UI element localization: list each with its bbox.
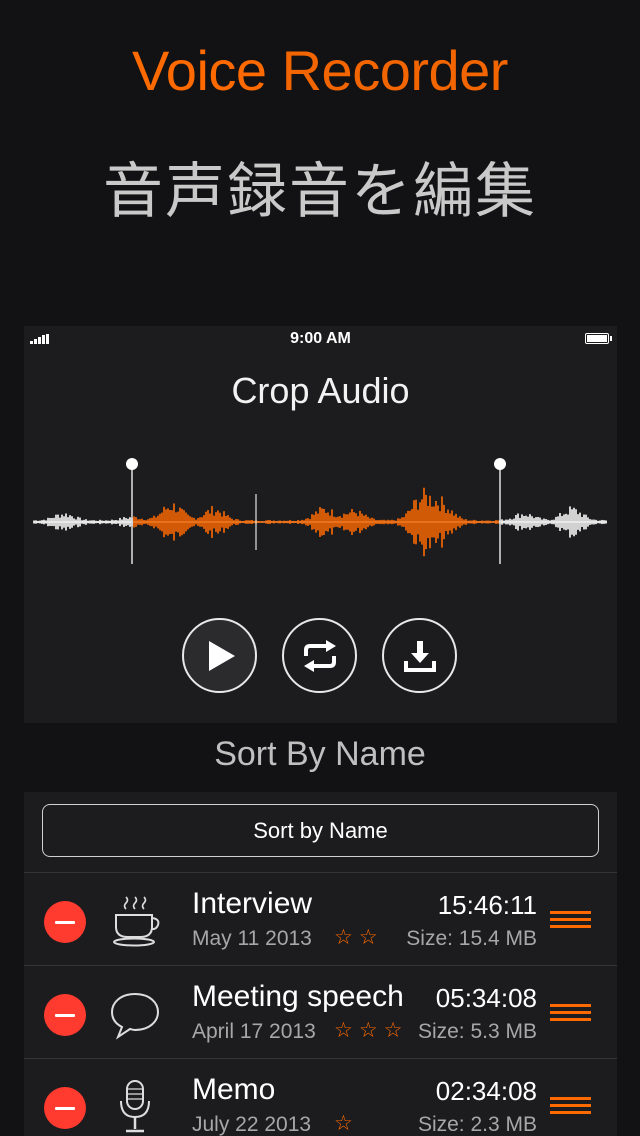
promo-title-recorder: Recorder xyxy=(281,39,509,102)
loop-button[interactable] xyxy=(282,618,357,693)
save-button[interactable] xyxy=(382,618,457,693)
download-icon xyxy=(403,640,436,672)
reorder-handle-icon[interactable] xyxy=(550,1097,591,1115)
status-time: 9:00 AM xyxy=(290,330,351,347)
section-label: Sort By Name xyxy=(214,735,426,773)
recording-date: May 11 2013 xyxy=(192,927,312,950)
recording-duration: 02:34:08 xyxy=(435,1076,537,1106)
list-item[interactable]: Interview 15:46:11 May 11 2013 ☆☆ Size: … xyxy=(24,872,617,965)
crop-audio-screen: 9:00 AM Crop Audio xyxy=(24,326,617,723)
promo-subtitle: 音声録音を編集 xyxy=(103,158,537,225)
play-button[interactable] xyxy=(182,618,257,693)
recording-duration: 15:46:11 xyxy=(437,890,537,920)
crop-start-handle[interactable] xyxy=(126,458,138,470)
recordings-panel: Sort by Name Interview 15:46:11 May 11 2… xyxy=(24,792,617,1136)
rating-stars[interactable]: ☆☆ xyxy=(334,925,384,950)
recording-name: Meeting speech xyxy=(192,980,404,1013)
coffee-cup-icon xyxy=(113,896,160,947)
speech-bubble-icon xyxy=(110,992,160,1040)
recording-size: Size: 2.3 MB xyxy=(417,1113,537,1136)
sort-by-name-button[interactable]: Sort by Name xyxy=(42,804,599,857)
recording-duration: 05:34:08 xyxy=(435,983,537,1013)
reorder-handle-icon[interactable] xyxy=(550,911,591,929)
reorder-handle-icon[interactable] xyxy=(550,1004,591,1022)
recording-name: Memo xyxy=(192,1073,276,1106)
waveform-editor[interactable] xyxy=(24,446,617,576)
recording-size: Size: 5.3 MB xyxy=(417,1020,537,1043)
rating-stars[interactable]: ☆☆☆ xyxy=(334,1018,408,1043)
microphone-icon xyxy=(120,1080,150,1133)
play-icon xyxy=(208,640,235,671)
recording-size: Size: 15.4 MB xyxy=(406,927,537,950)
crop-end-handle[interactable] xyxy=(494,458,506,470)
status-bar: 9:00 AM xyxy=(24,326,617,352)
delete-button[interactable] xyxy=(44,1087,86,1129)
recording-date: April 17 2013 xyxy=(192,1020,316,1043)
promo-title: Voice Recorder xyxy=(0,38,640,103)
recording-name: Interview xyxy=(192,887,313,920)
delete-button[interactable] xyxy=(44,901,86,943)
recording-date: July 22 2013 xyxy=(192,1113,312,1136)
list-item[interactable]: Memo 02:34:08 July 22 2013 ☆ Size: 2.3 M… xyxy=(24,1058,617,1136)
list-item[interactable]: Meeting speech 05:34:08 April 17 2013 ☆☆… xyxy=(24,965,617,1058)
screen-title: Crop Audio xyxy=(231,370,410,411)
rating-stars[interactable]: ☆ xyxy=(334,1111,359,1136)
battery-icon xyxy=(585,333,612,344)
promo-title-voice: Voice xyxy=(132,39,267,102)
repeat-icon xyxy=(303,639,336,672)
delete-button[interactable] xyxy=(44,994,86,1036)
